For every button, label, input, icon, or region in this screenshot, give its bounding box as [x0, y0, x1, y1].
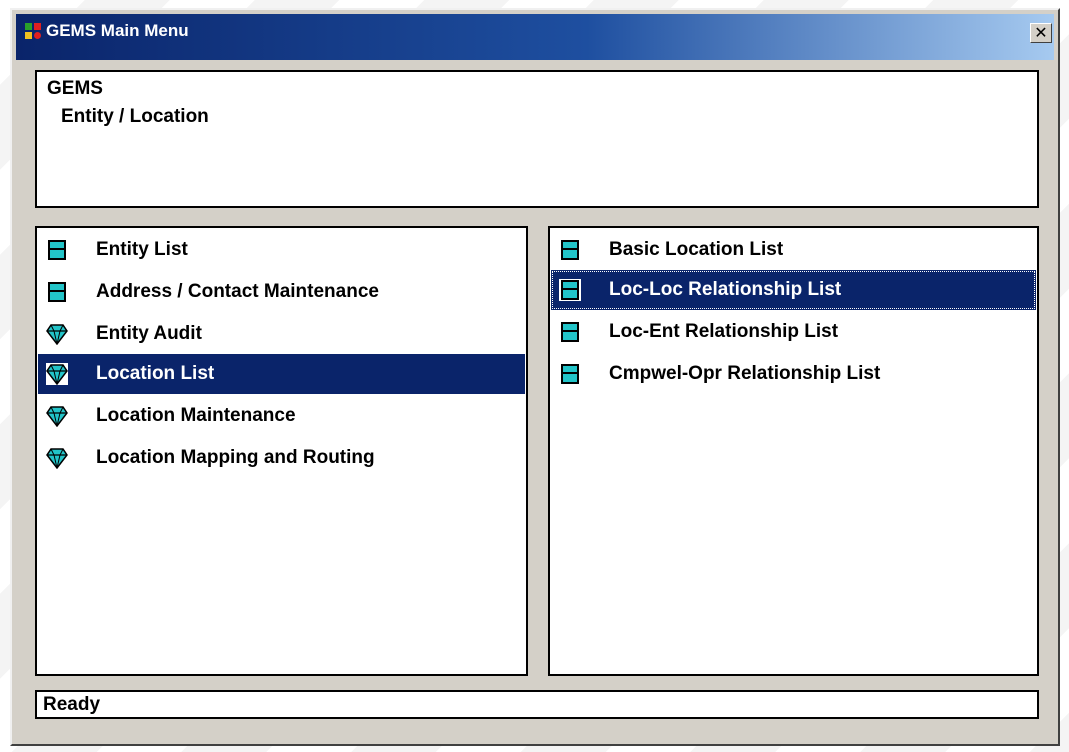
list-item-cmpwel-opr-relationship-list[interactable]: Cmpwel-Opr Relationship List: [551, 354, 1036, 394]
left-menu-list[interactable]: Entity List Address / Contact Maintenanc…: [35, 226, 528, 676]
list-window-icon: [561, 240, 579, 260]
list-item-label: Cmpwel-Opr Relationship List: [609, 363, 881, 384]
list-item-label: Location List: [96, 363, 215, 384]
list-item-location-maintenance[interactable]: Location Maintenance: [38, 396, 525, 436]
list-window-icon: [561, 322, 579, 342]
title-bar[interactable]: GEMS Main Menu ✕: [16, 14, 1054, 60]
list-item-label: Loc-Loc Relationship List: [609, 279, 842, 300]
app-icon: [25, 23, 41, 39]
list-item-entity-list[interactable]: Entity List: [38, 230, 525, 270]
gem-icon: [46, 363, 68, 385]
main-menu-window: GEMS Main Menu ✕ GEMS Entity / Location …: [10, 8, 1060, 746]
list-item-label: Entity List: [96, 239, 188, 260]
close-button[interactable]: ✕: [1030, 23, 1052, 43]
list-item-location-list[interactable]: Location List: [38, 354, 525, 394]
list-window-icon: [48, 240, 66, 260]
status-text: Ready: [43, 694, 101, 715]
right-menu-list[interactable]: Basic Location List Loc-Loc Relationship…: [548, 226, 1039, 676]
list-item-label: Entity Audit: [96, 323, 202, 344]
gem-icon: [46, 406, 68, 427]
list-item-address-contact-maintenance[interactable]: Address / Contact Maintenance: [38, 272, 525, 312]
list-item-label: Address / Contact Maintenance: [96, 281, 379, 302]
list-window-icon: [559, 279, 581, 301]
list-window-icon: [561, 364, 579, 384]
status-bar: Ready: [35, 690, 1039, 719]
list-window-icon: [48, 282, 66, 302]
list-item-label: Basic Location List: [609, 239, 784, 260]
list-item-location-mapping-routing[interactable]: Location Mapping and Routing: [38, 438, 525, 478]
gem-icon: [46, 324, 68, 345]
list-item-label: Location Maintenance: [96, 405, 296, 426]
list-item-label: Loc-Ent Relationship List: [609, 321, 839, 342]
list-item-entity-audit[interactable]: Entity Audit: [38, 314, 525, 354]
module-header-panel: GEMS Entity / Location: [35, 70, 1039, 208]
list-item-loc-ent-relationship-list[interactable]: Loc-Ent Relationship List: [551, 312, 1036, 352]
window-title: GEMS Main Menu: [46, 21, 189, 40]
module-subtitle: Entity / Location: [61, 106, 209, 127]
gem-icon: [46, 448, 68, 469]
list-item-basic-location-list[interactable]: Basic Location List: [551, 230, 1036, 270]
list-item-label: Location Mapping and Routing: [96, 447, 375, 468]
module-title: GEMS: [47, 78, 103, 99]
list-item-loc-loc-relationship-list[interactable]: Loc-Loc Relationship List: [551, 270, 1036, 310]
